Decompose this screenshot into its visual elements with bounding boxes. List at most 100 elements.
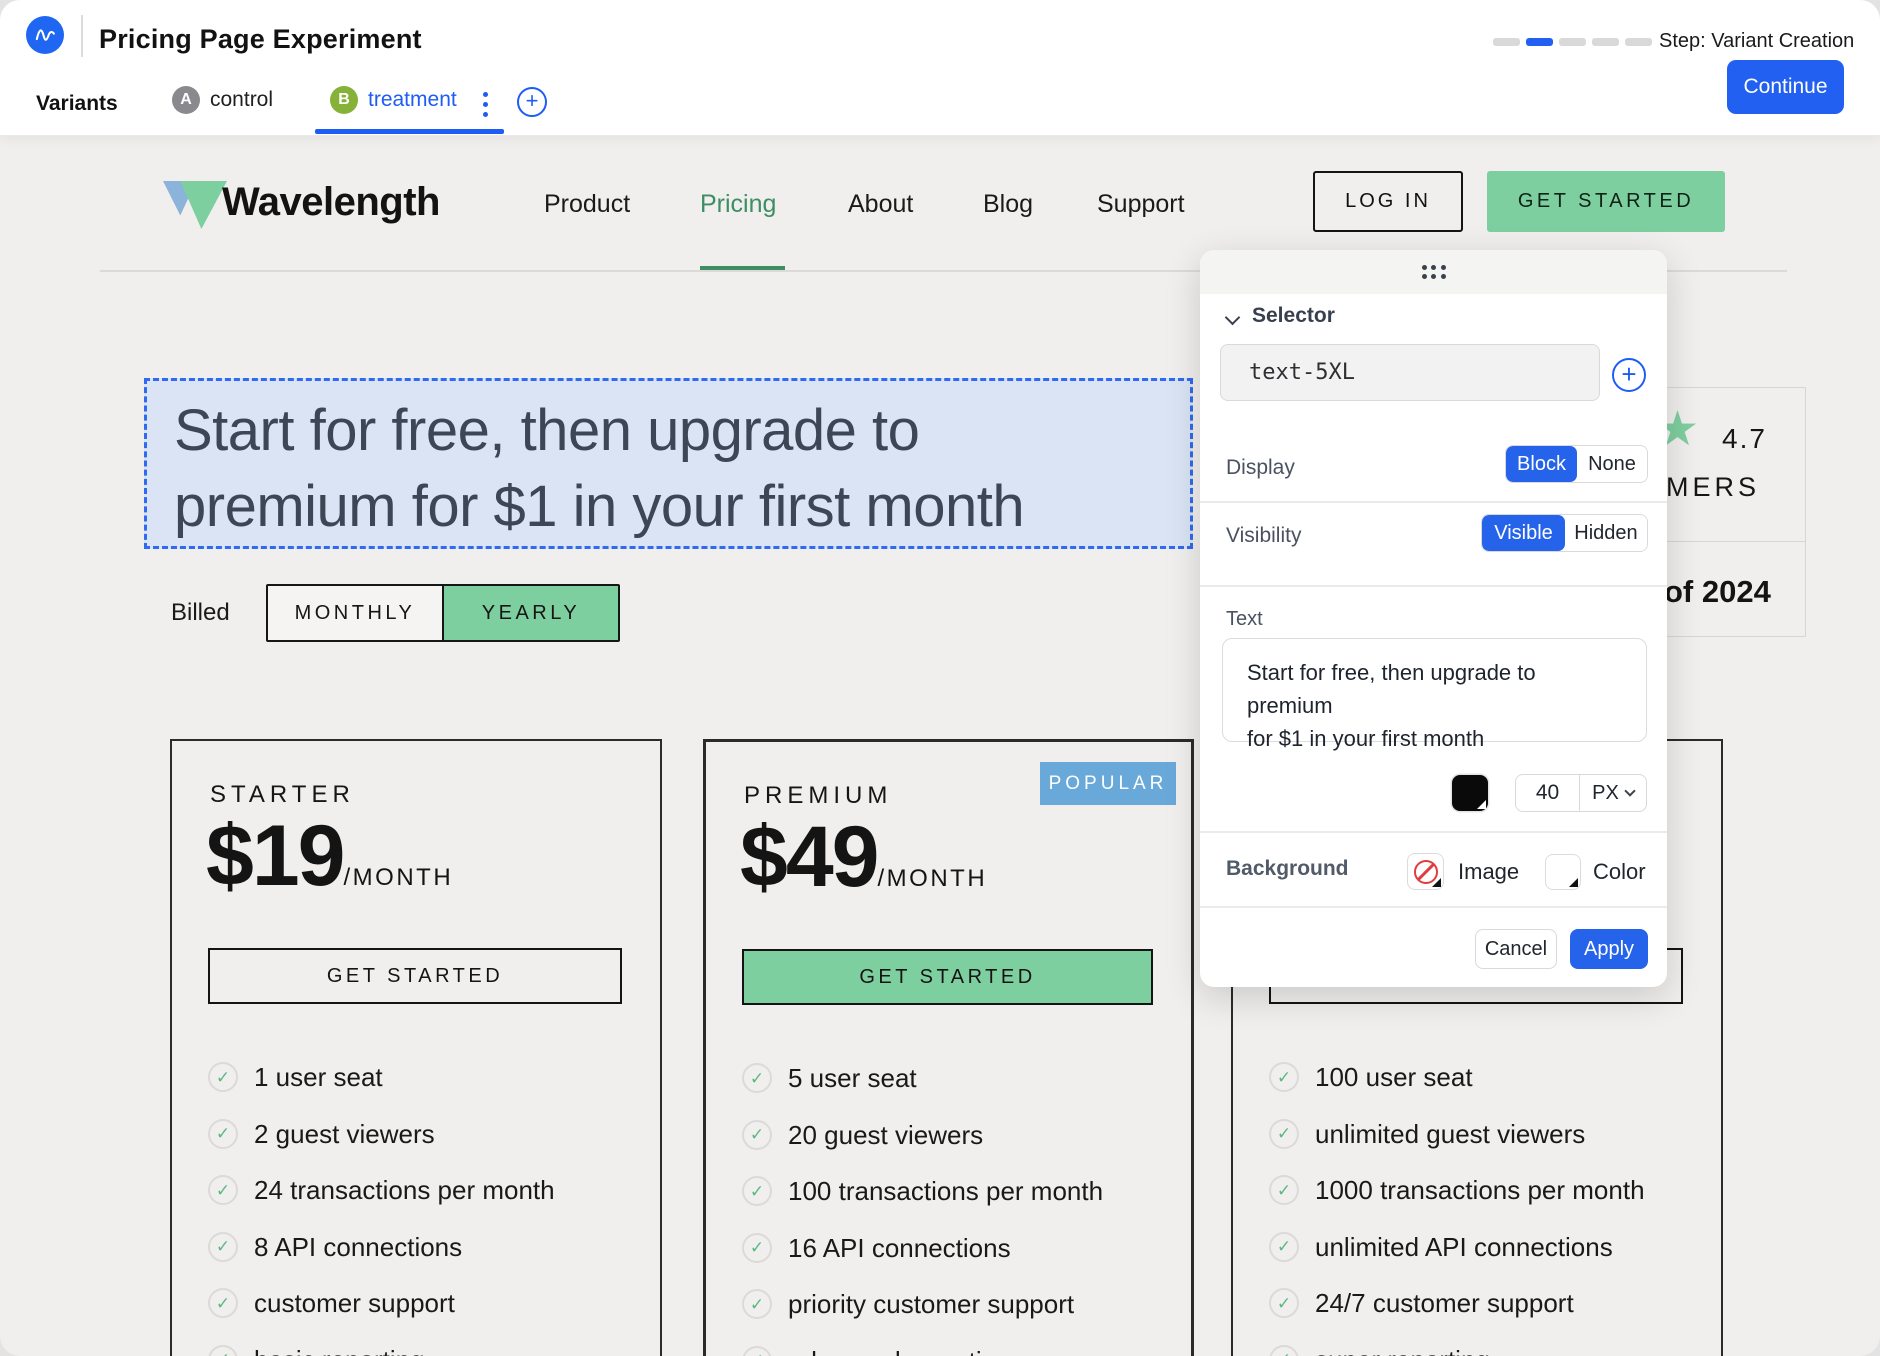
no-image-icon [1414, 860, 1438, 884]
nav-link-product[interactable]: Product [544, 190, 630, 219]
font-unit-dropdown[interactable]: PX [1580, 775, 1646, 811]
visibility-option-hidden[interactable]: Hidden [1565, 515, 1647, 551]
brand-name: Wavelength [222, 180, 440, 225]
visibility-segmented-control: Visible Hidden [1481, 514, 1648, 552]
text-input[interactable]: Start for free, then upgrade to premium … [1222, 638, 1647, 742]
feature-item: ✓1 user seat [172, 1062, 660, 1093]
feature-text: 8 API connections [254, 1232, 462, 1262]
display-option-block[interactable]: Block [1506, 446, 1577, 482]
font-size-input[interactable] [1516, 775, 1580, 811]
active-tab-underline [315, 129, 504, 134]
display-segmented-control: Block None [1505, 445, 1648, 483]
award-caption-partial: of 2024 [1664, 574, 1771, 610]
feature-text: unlimited API connections [1315, 1232, 1613, 1262]
plan-price: $49 [740, 808, 878, 907]
add-selector-button[interactable]: + [1612, 358, 1646, 392]
billed-label: Billed [171, 599, 230, 627]
feature-text: 24 transactions per month [254, 1175, 555, 1205]
experiment-title: Pricing Page Experiment [99, 24, 422, 55]
feature-item: ✓100 transactions per month [706, 1176, 1191, 1207]
background-color-swatch[interactable] [1545, 854, 1581, 890]
feature-list: ✓100 user seat ✓unlimited guest viewers … [1233, 1062, 1721, 1356]
selector-section-label: Selector [1252, 304, 1335, 328]
feature-text: advanced reporting [788, 1346, 1011, 1356]
billing-option-monthly[interactable]: MONTHLY [268, 586, 442, 640]
text-input-line1: Start for free, then upgrade to premium [1247, 656, 1622, 722]
background-label: Background [1226, 857, 1349, 881]
header-divider [81, 15, 83, 57]
feature-text: super reporting [1315, 1345, 1490, 1356]
apply-button[interactable]: Apply [1570, 929, 1648, 969]
get-started-premium-button[interactable]: GET STARTED [742, 949, 1153, 1005]
variant-menu-icon[interactable] [481, 90, 490, 119]
rating-value: 4.7 [1722, 423, 1767, 455]
display-label: Display [1226, 456, 1295, 480]
background-image-label: Image [1458, 859, 1519, 885]
feature-item: ✓100 user seat [1233, 1062, 1721, 1093]
chevron-down-icon[interactable] [1225, 310, 1241, 326]
panel-drag-handle[interactable] [1200, 250, 1667, 294]
plan-card-premium: PREMIUM POPULAR $49 /MONTH GET STARTED ✓… [703, 739, 1194, 1356]
progress-segment [1625, 38, 1652, 46]
plan-name: PREMIUM [744, 782, 892, 810]
nav-link-blog[interactable]: Blog [983, 190, 1033, 219]
font-size-control: PX [1515, 774, 1647, 812]
feature-text: 1000 transactions per month [1315, 1175, 1645, 1205]
cancel-button[interactable]: Cancel [1475, 929, 1557, 969]
check-icon: ✓ [742, 1120, 772, 1150]
check-icon: ✓ [1269, 1062, 1299, 1092]
nav-link-support[interactable]: Support [1097, 190, 1185, 219]
variants-label: Variants [36, 92, 118, 116]
wave-glyph [32, 22, 58, 48]
add-variant-button[interactable]: + [517, 87, 547, 117]
progress-segment [1493, 38, 1520, 46]
plan-card-starter: STARTER $19 /MONTH GET STARTED ✓1 user s… [170, 739, 662, 1356]
visibility-option-visible[interactable]: Visible [1482, 515, 1565, 551]
check-icon: ✓ [208, 1119, 238, 1149]
feature-item: ✓24 transactions per month [172, 1175, 660, 1206]
plan-price: $19 [206, 807, 344, 906]
check-icon: ✓ [1269, 1345, 1299, 1356]
check-icon: ✓ [742, 1289, 772, 1319]
selected-headline-element[interactable]: Start for free, then upgrade to premium … [144, 378, 1193, 549]
variant-a-name: control [210, 88, 273, 112]
check-icon: ✓ [742, 1346, 772, 1356]
check-icon: ✓ [208, 1288, 238, 1318]
feature-item: ✓ priority customer support [706, 1289, 1191, 1320]
feature-item: ✓ advanced reporting [706, 1346, 1191, 1356]
progress-segment [1559, 38, 1586, 46]
billing-toggle: MONTHLY YEARLY [266, 584, 620, 642]
nav-link-pricing[interactable]: Pricing [700, 190, 776, 219]
plan-price-row: $49 /MONTH [740, 808, 987, 907]
continue-button[interactable]: Continue [1727, 60, 1844, 114]
variant-a-badge: A [172, 86, 200, 114]
feature-item: ✓unlimited guest viewers [1233, 1119, 1721, 1150]
selector-input[interactable] [1220, 344, 1600, 401]
panel-divider [1200, 906, 1667, 908]
background-image-swatch[interactable] [1407, 853, 1444, 890]
feature-text: 24/7 customer support [1315, 1288, 1574, 1318]
text-input-line2: for $1 in your first month [1247, 722, 1622, 755]
variant-tab-treatment[interactable]: B treatment [330, 86, 457, 114]
variant-b-name: treatment [368, 88, 457, 112]
get-started-starter-button[interactable]: GET STARTED [208, 948, 622, 1004]
feature-text: 2 guest viewers [254, 1119, 435, 1149]
login-button[interactable]: LOG IN [1313, 171, 1463, 232]
nav-link-about[interactable]: About [848, 190, 913, 219]
feature-item: ✓24/7 customer support [1233, 1288, 1721, 1319]
feature-item: ✓ 2 guest viewers [172, 1119, 660, 1150]
feature-list: ✓1 user seat ✓2 guest viewers ✓24 transa… [172, 1062, 660, 1356]
text-color-swatch[interactable] [1452, 775, 1488, 811]
feature-item: ✓1000 transactions per month [1233, 1175, 1721, 1206]
display-option-none[interactable]: None [1577, 446, 1647, 482]
variant-tab-control[interactable]: A control [172, 86, 273, 114]
feature-item: ✓unlimited API connections [1233, 1232, 1721, 1263]
check-icon: ✓ [742, 1233, 772, 1263]
get-started-nav-button[interactable]: GET STARTED [1487, 171, 1725, 232]
visibility-label: Visibility [1226, 524, 1301, 548]
feature-list: ✓5 user seat ✓20 guest viewers ✓100 tran… [706, 1063, 1191, 1356]
billing-option-yearly[interactable]: YEARLY [442, 586, 618, 640]
feature-text: priority customer support [788, 1289, 1074, 1319]
feature-item: ✓5 user seat [706, 1063, 1191, 1094]
progress-segment [1592, 38, 1619, 46]
